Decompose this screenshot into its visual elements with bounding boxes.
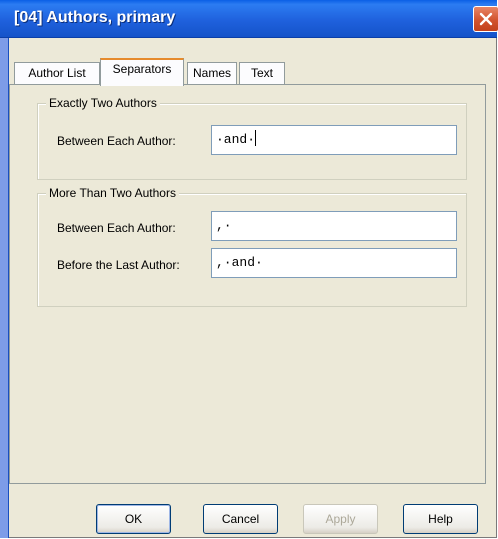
exactly-two-authors-group: Exactly Two Authors Between Each Author:… bbox=[37, 96, 467, 180]
tab-label: Separators bbox=[112, 62, 172, 76]
tab-text[interactable]: Text bbox=[239, 62, 285, 84]
before-last-author-input[interactable]: ,·and· bbox=[211, 248, 457, 278]
group-legend: More Than Two Authors bbox=[46, 186, 179, 200]
title-bar[interactable]: [04] Authors, primary bbox=[0, 0, 498, 38]
apply-button[interactable]: Apply bbox=[303, 504, 378, 534]
tab-author-list[interactable]: Author List bbox=[14, 62, 100, 84]
button-label: Cancel bbox=[221, 512, 260, 526]
between-each-author-label: Between Each Author: bbox=[57, 134, 176, 148]
tab-label: Author List bbox=[28, 66, 86, 80]
button-label: OK bbox=[124, 512, 143, 526]
help-button[interactable]: Help bbox=[403, 504, 478, 534]
tab-names[interactable]: Names bbox=[187, 62, 237, 84]
tab-label: Names bbox=[192, 66, 231, 80]
dialog-window: [04] Authors, primary Author List Separa… bbox=[0, 0, 498, 538]
between-each-author-label: Between Each Author: bbox=[57, 221, 176, 235]
button-label: Apply bbox=[325, 512, 356, 526]
field-value: ,·and· bbox=[216, 255, 263, 270]
window-title: [04] Authors, primary bbox=[14, 9, 176, 26]
group-legend: Exactly Two Authors bbox=[46, 96, 160, 110]
close-icon bbox=[479, 12, 493, 26]
separators-panel: Exactly Two Authors Between Each Author:… bbox=[9, 84, 486, 484]
close-button[interactable] bbox=[473, 6, 498, 32]
button-label: Help bbox=[428, 512, 453, 526]
cancel-button[interactable]: Cancel bbox=[203, 504, 278, 534]
ok-button[interactable]: OK bbox=[96, 504, 171, 534]
window-frame-left bbox=[0, 38, 8, 538]
before-last-author-label: Before the Last Author: bbox=[57, 258, 180, 272]
tab-separators[interactable]: Separators bbox=[100, 58, 184, 86]
tab-label: Text bbox=[250, 66, 273, 80]
more-authors-between-input[interactable]: ,· bbox=[211, 211, 457, 241]
text-caret bbox=[255, 130, 257, 146]
more-than-two-authors-group: More Than Two Authors Between Each Autho… bbox=[37, 186, 467, 307]
field-value: ·and· bbox=[216, 132, 256, 147]
field-value: ,· bbox=[216, 218, 232, 233]
two-authors-between-input[interactable]: ·and· bbox=[211, 125, 457, 155]
